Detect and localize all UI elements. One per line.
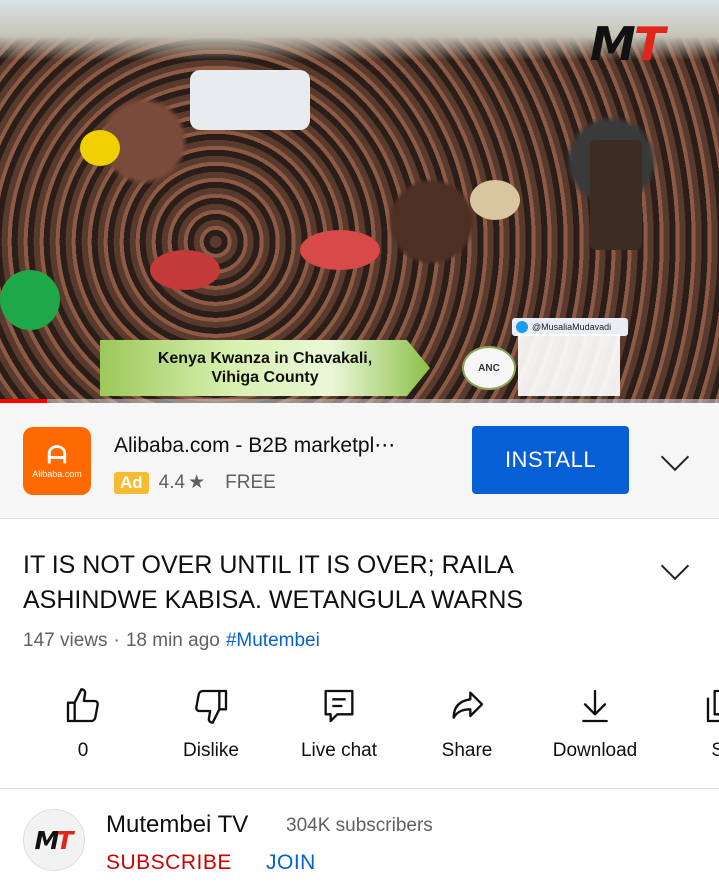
ad-rating-value: 4.4 [158, 471, 186, 493]
ad-icon-brand: Alibaba.com [32, 469, 82, 479]
alibaba-logo-icon: ᗩ [47, 441, 67, 469]
thumbs-up-icon [66, 688, 99, 723]
avatar-logo-t: T [56, 825, 74, 855]
twitter-bird-icon [516, 321, 528, 333]
ad-card[interactable]: ᗩ Alibaba.com Alibaba.com - B2B marketpl… [0, 403, 719, 519]
crowd-sign [590, 140, 642, 250]
video-player[interactable]: MT Kenya Kwanza in Chavakali, Vihiga Cou… [0, 0, 719, 403]
like-count: 0 [77, 740, 89, 761]
ad-badge: Ad [114, 471, 149, 494]
download-label: Download [552, 740, 638, 761]
save-label: Sa [711, 740, 719, 761]
crowd-shirt [300, 230, 380, 270]
download-icon [582, 689, 608, 723]
live-chat-button[interactable]: Live chat [275, 680, 403, 762]
video-meta: 147 views · 18 min ago #Mutembei [23, 630, 320, 652]
ad-rating: 4.4 ★ [159, 471, 205, 494]
avatar-logo-m: M [34, 825, 60, 855]
install-button[interactable]: INSTALL [472, 426, 629, 494]
video-title[interactable]: IT IS NOT OVER UNTIL IT IS OVER; RAILA A… [23, 548, 603, 618]
channel-row: MT Mutembei TV 304K subscribers SUBSCRIB… [0, 789, 719, 889]
chat-icon [324, 689, 354, 723]
channel-name[interactable]: Mutembei TV [106, 811, 248, 839]
star-icon: ★ [188, 472, 206, 493]
action-bar: 0 Dislike Live chat Share Download Sa [0, 680, 719, 789]
dislike-label: Dislike [183, 740, 239, 761]
watermark-m: M [590, 17, 636, 71]
lower-third-banner: Kenya Kwanza in Chavakali, Vihiga County [100, 340, 430, 396]
join-button[interactable]: JOIN [266, 851, 316, 875]
watermark-t: T [633, 17, 666, 71]
crowd-hat [80, 130, 120, 166]
dislike-button[interactable]: Dislike [147, 680, 275, 762]
party-badge-text: ANC [478, 362, 500, 374]
save-icon [706, 689, 719, 723]
upload-age: 18 min ago [125, 630, 220, 651]
crowd-vehicle [190, 70, 310, 130]
ad-expand-chevron-down-icon[interactable] [660, 442, 690, 472]
alibaba-app-icon[interactable]: ᗩ Alibaba.com [23, 427, 91, 495]
ad-meta: Ad 4.4 ★ FREE [114, 471, 276, 494]
live-chat-label: Live chat [300, 740, 378, 761]
thumbs-down-icon [195, 689, 228, 724]
subscribe-button[interactable]: SUBSCRIBE [106, 851, 232, 875]
party-badge: ANC [462, 346, 516, 390]
subscriber-count: 304K subscribers [286, 815, 433, 836]
like-button[interactable]: 0 [19, 680, 147, 762]
lower-third-line2: Vihiga County [211, 369, 319, 386]
ad-title[interactable]: Alibaba.com - B2B marketpl⋯ [114, 433, 395, 458]
share-label: Share [441, 740, 493, 761]
hashtag-link[interactable]: #Mutembei [226, 630, 320, 652]
ad-price: FREE [225, 471, 276, 493]
description-expand-chevron-down-icon[interactable] [660, 551, 690, 581]
share-button[interactable]: Share [403, 680, 531, 762]
crowd-cap [0, 270, 60, 330]
lower-third-panel [518, 334, 620, 396]
view-count: 147 views [23, 630, 108, 651]
crowd-basket [470, 180, 520, 220]
twitter-handle: @MusaliaMudavadi [532, 322, 612, 332]
channel-watermark-logo: MT [590, 17, 712, 71]
meta-separator: · [113, 630, 120, 651]
share-icon [452, 691, 484, 719]
download-button[interactable]: Download [531, 680, 659, 762]
crowd-shirt [150, 250, 220, 290]
channel-avatar[interactable]: MT [23, 809, 85, 871]
save-button[interactable]: Sa [659, 680, 719, 762]
lower-third-line1: Kenya Kwanza in Chavakali, [157, 350, 373, 367]
